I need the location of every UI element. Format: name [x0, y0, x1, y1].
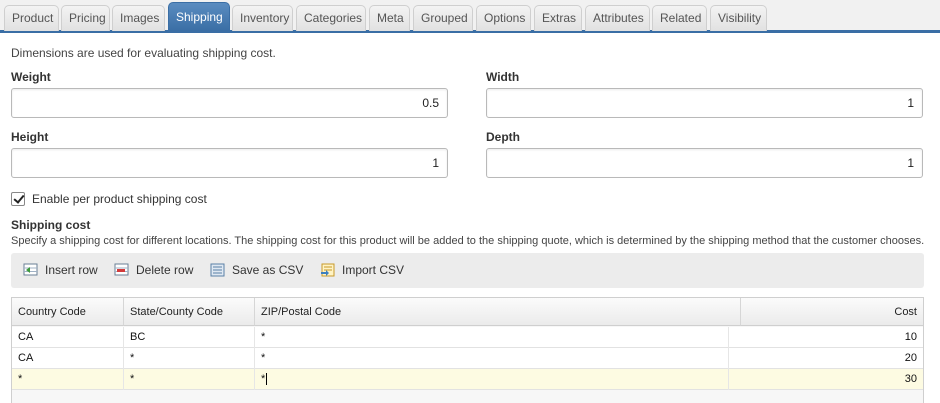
tab-categories[interactable]: Categories: [296, 5, 366, 31]
depth-label: Depth: [486, 130, 520, 144]
text-caret: [266, 373, 268, 386]
delete-row-icon: [114, 263, 129, 276]
height-label: Height: [11, 130, 49, 144]
column-header-state-county-code[interactable]: State/County Code: [124, 298, 255, 326]
height-input[interactable]: [11, 148, 448, 178]
cell-state-code[interactable]: *: [124, 369, 255, 390]
tab-bar: Product Pricing Images Shipping Inventor…: [0, 0, 940, 33]
table-row-selected[interactable]: * * * 30: [12, 369, 923, 390]
cell-zip-code[interactable]: *: [255, 327, 729, 348]
tab-options[interactable]: Options: [476, 5, 531, 31]
weight-input[interactable]: [11, 88, 448, 118]
save-as-csv-label: Save as CSV: [232, 263, 304, 277]
tab-attributes[interactable]: Attributes: [585, 5, 650, 31]
tab-product[interactable]: Product: [4, 5, 59, 31]
save-csv-icon: [210, 263, 225, 277]
table-row[interactable]: CA BC * 10: [12, 327, 923, 348]
insert-row-button[interactable]: Insert row: [23, 263, 98, 277]
table-row[interactable]: CA * * 20: [12, 348, 923, 369]
tab-inventory[interactable]: Inventory: [232, 5, 293, 31]
cell-country-code[interactable]: CA: [12, 327, 124, 348]
depth-input[interactable]: [486, 148, 923, 178]
cell-zip-code-value: *: [261, 373, 266, 385]
tab-shipping[interactable]: Shipping: [168, 2, 230, 31]
column-header-zip-postal-code[interactable]: ZIP/Postal Code: [255, 298, 740, 326]
cell-state-code[interactable]: BC: [124, 327, 255, 348]
insert-row-label: Insert row: [45, 263, 98, 277]
per-product-shipping-checkbox[interactable]: [11, 192, 25, 206]
import-csv-icon: [321, 263, 335, 277]
insert-row-icon: [23, 263, 38, 276]
per-product-shipping-toggle[interactable]: Enable per product shipping cost: [11, 192, 207, 206]
shipping-cost-table: Country Code State/County Code ZIP/Posta…: [11, 297, 924, 403]
cell-country-code[interactable]: *: [12, 369, 124, 390]
cell-cost[interactable]: 10: [729, 327, 923, 348]
tab-related[interactable]: Related: [652, 5, 707, 31]
save-as-csv-button[interactable]: Save as CSV: [210, 263, 303, 277]
dimensions-intro: Dimensions are used for evaluating shipp…: [11, 46, 276, 60]
cell-zip-code[interactable]: *: [255, 348, 729, 369]
tab-images[interactable]: Images: [112, 5, 165, 31]
cell-cost[interactable]: 20: [729, 348, 923, 369]
shipping-cost-toolbar: Insert row Delete row Save as CSV Import…: [11, 253, 924, 288]
delete-row-label: Delete row: [136, 263, 194, 277]
tab-extras[interactable]: Extras: [534, 5, 582, 31]
shipping-cost-description: Specify a shipping cost for different lo…: [11, 235, 925, 247]
width-input[interactable]: [486, 88, 923, 118]
per-product-shipping-label: Enable per product shipping cost: [32, 192, 207, 206]
tab-meta[interactable]: Meta: [369, 5, 410, 31]
import-csv-button[interactable]: Import CSV: [320, 263, 404, 277]
cell-zip-code-editing[interactable]: *: [255, 369, 729, 390]
delete-row-button[interactable]: Delete row: [114, 263, 193, 277]
tab-visibility[interactable]: Visibility: [710, 5, 767, 31]
column-header-country-code[interactable]: Country Code: [12, 298, 124, 326]
import-csv-label: Import CSV: [342, 263, 405, 277]
cell-country-code[interactable]: CA: [12, 348, 124, 369]
tab-grouped[interactable]: Grouped: [413, 5, 473, 31]
shipping-cost-title: Shipping cost: [11, 218, 91, 232]
cell-state-code[interactable]: *: [124, 348, 255, 369]
cell-cost[interactable]: 30: [729, 369, 923, 390]
width-label: Width: [486, 70, 520, 84]
tab-pricing[interactable]: Pricing: [61, 5, 110, 31]
column-header-cost[interactable]: Cost: [740, 298, 923, 326]
weight-label: Weight: [11, 70, 51, 84]
